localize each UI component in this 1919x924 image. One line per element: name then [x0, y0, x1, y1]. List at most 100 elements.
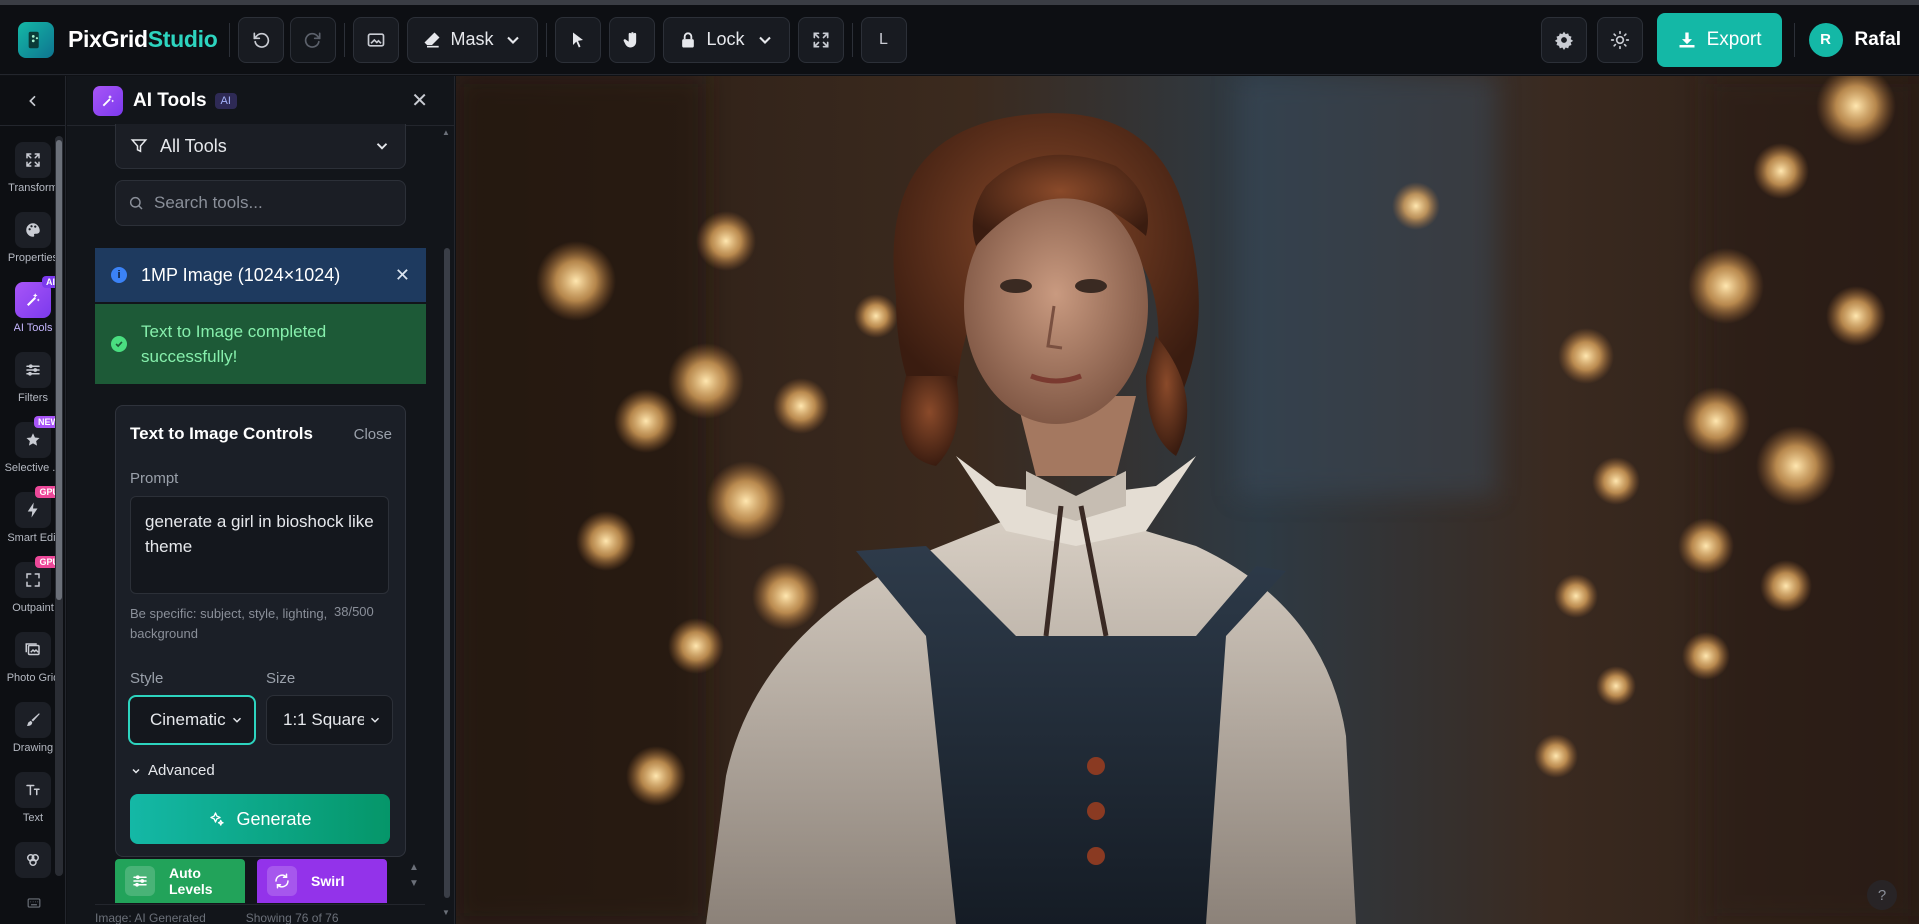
rail-scrollbar[interactable] [55, 136, 63, 876]
info-close-button[interactable]: ✕ [395, 265, 410, 286]
gear-icon [1554, 31, 1573, 50]
prompt-input[interactable]: generate a girl in bioshock like theme [130, 496, 389, 594]
rail-label: Outpaint [12, 602, 54, 614]
chevron-down-icon [232, 717, 242, 723]
avatar[interactable]: R [1808, 22, 1843, 57]
rail-label: Transform [8, 182, 58, 194]
chevron-down-icon [758, 36, 771, 44]
expand-icon [26, 573, 40, 587]
filter-icon [130, 139, 148, 153]
generated-image [456, 76, 1919, 924]
palette-icon [26, 223, 40, 237]
settings-button[interactable] [1540, 16, 1587, 63]
cursor-icon [573, 32, 584, 47]
generate-label: Generate [236, 808, 312, 829]
brush-icon [27, 713, 40, 726]
collapse-rail-button[interactable] [0, 76, 65, 126]
brand-name: PixGridStudio [68, 26, 218, 53]
controls-header: Text to Image Controls Close [130, 424, 392, 444]
chevron-down-icon [370, 717, 380, 723]
scroll-up-arrow[interactable]: ▲ [442, 128, 450, 137]
advanced-toggle[interactable]: Advanced [130, 762, 215, 779]
chevron-down-icon [132, 768, 140, 774]
info-icon: i [111, 267, 127, 283]
rail-label: Text [22, 812, 44, 824]
ai-tag: AI [214, 92, 237, 109]
cards-scroll-arrows[interactable]: ▲ ▼ [407, 860, 421, 892]
ai-tools-panel: AI Tools AI ✕ All Tools i 1MP Image (102… [67, 76, 455, 924]
chevron-down-icon [376, 143, 388, 150]
swirl-icon [267, 866, 297, 896]
tool-card-label: Auto Levels [169, 865, 213, 897]
lightning-icon [27, 502, 38, 518]
panel-footer: Image: AI Generated Showing 76 of 76 [95, 904, 425, 924]
search-box [115, 180, 406, 226]
rail-icon-box: GPU [15, 486, 63, 528]
controls-close-button[interactable]: Close [354, 426, 392, 443]
rail-icon-box [15, 632, 51, 668]
rail-icon-box [15, 702, 51, 738]
lock-dropdown[interactable]: Lock [663, 16, 790, 63]
search-input[interactable] [154, 193, 384, 213]
success-text: Text to Image completed successfully! [141, 322, 327, 366]
magic-wand-icon [27, 293, 40, 306]
generate-button[interactable]: Generate [130, 794, 390, 844]
tool-rail: Transform Properties AI AI Tools Filters… [0, 76, 66, 924]
lock-label: Lock [706, 29, 745, 49]
undo-button[interactable] [238, 16, 285, 63]
rail-icon-box [15, 142, 51, 178]
mask-dropdown[interactable]: Mask [407, 16, 539, 63]
tool-filter-dropdown[interactable]: All Tools [115, 124, 406, 169]
rail-label: Selective ... [4, 462, 62, 474]
rail-icon-box [15, 842, 51, 878]
size-select[interactable]: 1:1 Square [266, 695, 393, 745]
select-tool-button[interactable] [555, 16, 602, 63]
scroll-down-arrow[interactable]: ▼ [442, 908, 450, 917]
panel-scrollbar-thumb[interactable] [444, 248, 450, 898]
mask-label: Mask [450, 29, 494, 49]
search-icon [129, 196, 143, 210]
rail-scrollbar-thumb[interactable] [56, 140, 62, 600]
rail-label: Drawing [12, 742, 54, 754]
advanced-label: Advanced [148, 762, 215, 779]
prompt-label: Prompt [130, 470, 179, 487]
size-value: 1:1 Square [283, 710, 364, 729]
brand-accent: Studio [147, 26, 218, 52]
panel-title: AI Tools [133, 89, 207, 111]
export-label: Export [1706, 28, 1762, 50]
fullscreen-icon [813, 32, 828, 48]
rail-label: Photo Grid [6, 672, 60, 684]
style-select[interactable]: Cinematic [128, 695, 256, 745]
fit-screen-button[interactable] [797, 16, 844, 63]
undo-icon [253, 32, 270, 48]
text-icon [26, 784, 40, 796]
shapes-icon [27, 854, 39, 866]
user-name[interactable]: Rafal [1855, 29, 1901, 51]
export-button[interactable]: Export [1656, 12, 1782, 67]
grid-image-icon [25, 643, 40, 656]
image-button[interactable] [353, 16, 400, 63]
layer-key-button[interactable]: L [860, 16, 907, 63]
redo-button[interactable] [290, 16, 337, 63]
theme-toggle-button[interactable] [1596, 16, 1643, 63]
panel-scrollbar[interactable]: ▲ ▼ [442, 128, 450, 918]
toolbar-separator [546, 22, 548, 57]
tool-card-auto-levels[interactable]: Auto Levels [115, 859, 245, 903]
image-icon [368, 32, 385, 47]
star-icon [26, 433, 40, 446]
image-canvas[interactable]: ? [456, 76, 1919, 924]
tool-card-swirl[interactable]: Swirl [257, 859, 387, 903]
sun-icon [1610, 30, 1629, 49]
tool-card-label: Swirl [311, 873, 345, 889]
image-info-text: 1MP Image (1024×1024) [141, 264, 341, 285]
keyboard-icon[interactable] [27, 896, 41, 914]
style-value: Cinematic [150, 710, 226, 729]
rail-icon-box: NEW [15, 416, 63, 458]
success-banner: Text to Image completed successfully! [95, 304, 426, 384]
transform-icon [26, 153, 40, 167]
rail-label: AI Tools [13, 322, 53, 334]
help-button[interactable]: ? [1867, 880, 1897, 910]
rail-icon-box [15, 352, 51, 388]
pan-tool-button[interactable] [609, 16, 656, 63]
panel-close-button[interactable]: ✕ [411, 88, 428, 113]
